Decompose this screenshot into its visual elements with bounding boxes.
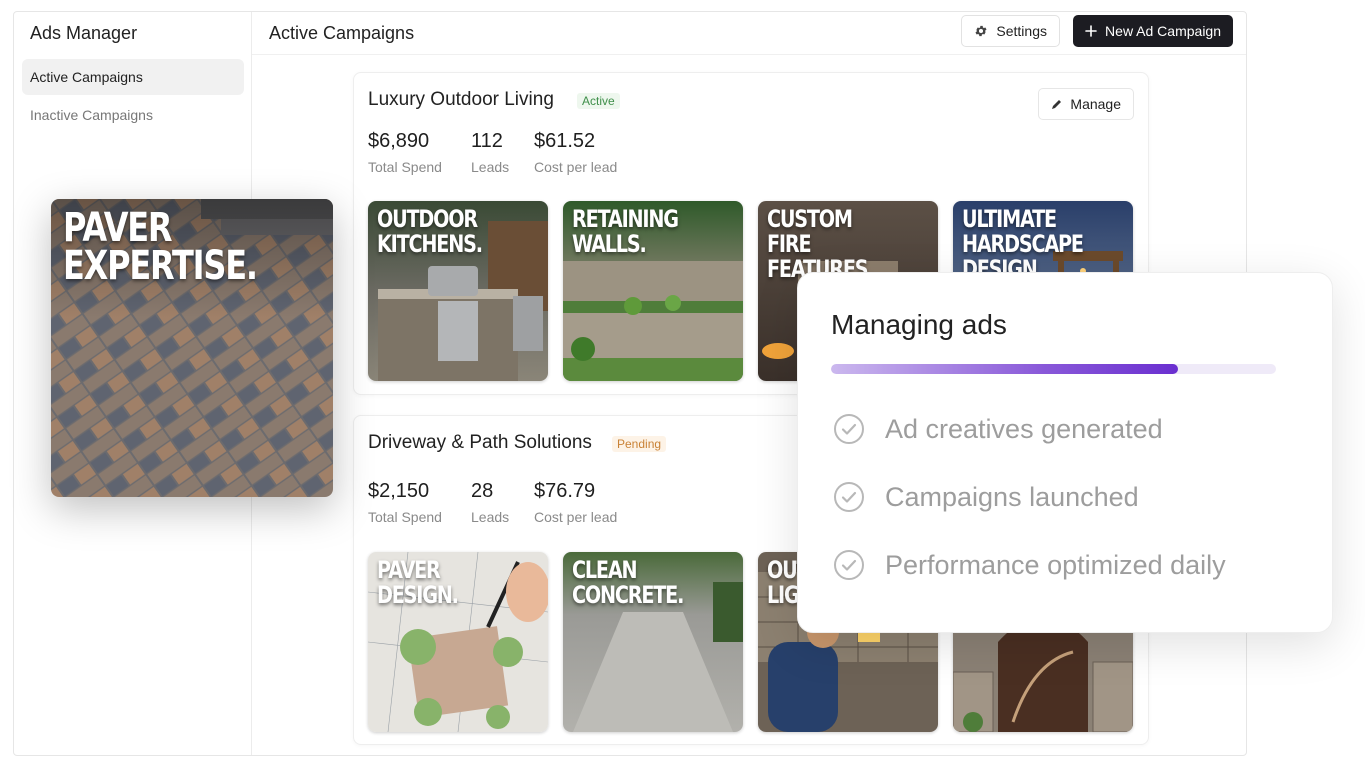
ad-creative-headline: OUTDOOR KITCHENS. bbox=[377, 205, 483, 258]
stat-label: Leads bbox=[471, 159, 510, 175]
stat-label: Total Spend bbox=[368, 509, 442, 525]
stat-label: Cost per lead bbox=[534, 509, 618, 525]
stat-cost-per-lead: $61.52 Cost per lead bbox=[534, 130, 617, 175]
stat-value: $76.79 bbox=[534, 480, 596, 502]
settings-label: Settings bbox=[996, 23, 1047, 39]
manage-label: Manage bbox=[1070, 96, 1121, 112]
stat-label: Cost per lead bbox=[534, 159, 618, 175]
step-item: Performance optimized daily bbox=[833, 549, 1226, 581]
check-circle-icon bbox=[834, 482, 864, 512]
pencil-icon bbox=[1052, 100, 1062, 109]
step-label: Performance optimized daily bbox=[885, 549, 1226, 580]
stat-leads: 112 Leads bbox=[471, 130, 509, 175]
stat-value: $2,150 bbox=[368, 480, 430, 502]
new-ad-campaign-label: New Ad Campaign bbox=[1105, 23, 1221, 39]
gear-icon bbox=[975, 25, 987, 37]
status-badge: Active bbox=[577, 93, 620, 109]
plus-icon bbox=[1085, 25, 1097, 37]
sidebar-item-active-campaigns[interactable]: Active Campaigns bbox=[22, 59, 244, 95]
step-item: Ad creatives generated bbox=[833, 413, 1163, 445]
ad-creative-headline: CLEAN CONCRETE. bbox=[572, 556, 684, 609]
ad-creative-headline: CUSTOM FIRE FEATURES. bbox=[767, 205, 875, 283]
ad-creative-thumbnail[interactable]: RETAINING WALLS. bbox=[563, 201, 743, 381]
check-circle-icon bbox=[834, 414, 864, 444]
sidebar-item-inactive-campaigns[interactable]: Inactive Campaigns bbox=[22, 97, 244, 133]
stat-leads: 28 Leads bbox=[471, 480, 509, 525]
ad-creative-thumbnail[interactable]: OUTDOOR KITCHENS. bbox=[368, 201, 548, 381]
stat-label: Leads bbox=[471, 509, 510, 525]
ad-creative-headline: ULTIMATE HARDSCAPE DESIGN bbox=[962, 205, 1084, 283]
settings-button[interactable]: Settings bbox=[961, 15, 1060, 47]
step-label: Campaigns launched bbox=[885, 481, 1139, 512]
ad-creative-headline: PAVER DESIGN. bbox=[377, 556, 459, 609]
status-badge: Pending bbox=[612, 436, 667, 452]
ad-creative-thumbnail[interactable]: CLEAN CONCRETE. bbox=[563, 552, 743, 732]
stat-value: $6,890 bbox=[368, 130, 430, 152]
progress-bar bbox=[831, 364, 1276, 374]
progress-bar-fill bbox=[831, 364, 1179, 374]
managing-ads-panel: Managing ads Ad creatives generated Camp… bbox=[797, 272, 1333, 633]
stat-value: 28 bbox=[471, 480, 494, 502]
stat-label: Total Spend bbox=[368, 159, 442, 175]
ad-creative-headline: RETAINING WALLS. bbox=[572, 205, 679, 258]
step-item: Campaigns launched bbox=[833, 481, 1139, 513]
new-ad-campaign-button[interactable]: New Ad Campaign bbox=[1073, 15, 1233, 47]
main-header: Active Campaigns Settings New Ad Campaig… bbox=[252, 12, 1246, 55]
campaign-title: Luxury Outdoor Living bbox=[368, 89, 554, 110]
featured-ad-headline: PAVER EXPERTISE. bbox=[63, 205, 258, 289]
stat-cost-per-lead: $76.79 Cost per lead bbox=[534, 480, 617, 525]
check-circle-icon bbox=[834, 550, 864, 580]
progress-title: Managing ads bbox=[831, 309, 1007, 340]
featured-ad-creative[interactable]: PAVER EXPERTISE. bbox=[51, 199, 333, 497]
ad-creative-thumbnail[interactable]: PAVER DESIGN. bbox=[368, 552, 548, 732]
sidebar-title: Ads Manager bbox=[30, 23, 138, 43]
stat-total-spend: $6,890 Total Spend bbox=[368, 130, 442, 175]
stat-value: 112 bbox=[471, 130, 503, 152]
campaign-title: Driveway & Path Solutions bbox=[368, 432, 592, 453]
step-label: Ad creatives generated bbox=[885, 413, 1163, 444]
manage-button[interactable]: Manage bbox=[1038, 88, 1134, 120]
page-title: Active Campaigns bbox=[269, 23, 415, 43]
stat-total-spend: $2,150 Total Spend bbox=[368, 480, 442, 525]
stat-value: $61.52 bbox=[534, 130, 596, 152]
